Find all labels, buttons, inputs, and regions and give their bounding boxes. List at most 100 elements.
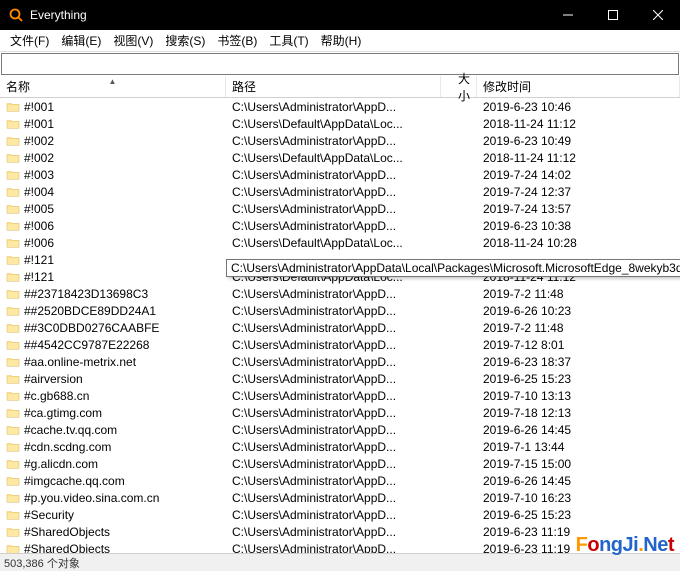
file-path: C:\Users\Administrator\AppD...	[226, 304, 441, 318]
file-list[interactable]: #!001 C:\Users\Administrator\AppD... 2019-…	[0, 98, 680, 553]
file-name: ##3C0DBD0276CAABFE	[24, 321, 159, 335]
file-row[interactable]: ##3C0DBD0276CAABFE C:\Users\Administrator…	[0, 319, 680, 336]
folder-icon	[6, 220, 20, 232]
folder-icon	[6, 271, 20, 283]
file-row[interactable]: ##2520BDCE89DD24A1 C:\Users\Administrator…	[0, 302, 680, 319]
menu-help[interactable]: 帮助(H)	[315, 30, 368, 51]
menubar: 文件(F) 编辑(E) 视图(V) 搜索(S) 书签(B) 工具(T) 帮助(H…	[0, 30, 680, 52]
menu-bookmarks[interactable]: 书签(B)	[211, 30, 263, 51]
file-row[interactable]: #c.gb688.cnC:\Users\Administrator\AppD..…	[0, 387, 680, 404]
file-name: #!121	[24, 270, 54, 284]
file-date: 2019-7-1 13:44	[477, 440, 680, 454]
file-date: 2019-7-24 12:37	[477, 185, 680, 199]
sort-ascending-icon: ▲	[109, 77, 117, 86]
column-header-date[interactable]: 修改时间	[477, 76, 680, 97]
file-date: 2019-6-23 11:19	[477, 525, 680, 539]
search-box	[1, 53, 679, 75]
file-path: C:\Users\Administrator\AppD...	[226, 542, 441, 554]
file-path: C:\Users\Administrator\AppD...	[226, 508, 441, 522]
file-name: #g.alicdn.com	[24, 457, 98, 471]
file-path: C:\Users\Administrator\AppD...	[226, 100, 441, 114]
file-name: #cache.tv.qq.com	[24, 423, 117, 437]
file-path: C:\Users\Administrator\AppD...	[226, 423, 441, 437]
file-date: 2019-7-18 12:13	[477, 406, 680, 420]
folder-icon	[6, 492, 20, 504]
file-path: C:\Users\Default\AppData\Loc...	[226, 117, 441, 131]
file-path: C:\Users\Administrator\AppD...	[226, 185, 441, 199]
column-header-path[interactable]: 路径	[226, 76, 441, 97]
file-row[interactable]: #imgcache.qq.comC:\Users\Administrator\A…	[0, 472, 680, 489]
file-row[interactable]: #!002C:\Users\Administrator\AppD...2019-…	[0, 132, 680, 149]
file-name: ##2520BDCE89DD24A1	[24, 304, 156, 318]
column-header-size[interactable]: 大小	[441, 76, 477, 97]
file-name: #!004	[24, 185, 54, 199]
file-date: 2019-6-26 14:45	[477, 423, 680, 437]
folder-icon	[6, 322, 20, 334]
file-name: #cdn.scdng.com	[24, 440, 111, 454]
file-path: C:\Users\Administrator\AppD...	[226, 457, 441, 471]
file-date: 2018-11-24 10:28	[477, 236, 680, 250]
file-row[interactable]: #p.you.video.sina.com.cnC:\Users\Adminis…	[0, 489, 680, 506]
menu-view[interactable]: 视图(V)	[107, 30, 159, 51]
close-button[interactable]	[635, 0, 680, 30]
folder-icon	[6, 509, 20, 521]
folder-icon	[6, 288, 20, 300]
file-row[interactable]: #g.alicdn.com C:\Users\Administrator\AppD…	[0, 455, 680, 472]
file-row[interactable]: #!006C:\Users\Default\AppData\Loc...2018…	[0, 234, 680, 251]
file-row[interactable]: #!002C:\Users\Default\AppData\Loc...2018…	[0, 149, 680, 166]
folder-icon	[6, 152, 20, 164]
menu-edit[interactable]: 编辑(E)	[55, 30, 107, 51]
file-date: 2019-6-23 18:37	[477, 355, 680, 369]
file-path: C:\Users\Administrator\AppD...	[226, 406, 441, 420]
file-row[interactable]: ##23718423D13698C3C:\Users\Administrator…	[0, 285, 680, 302]
maximize-button[interactable]	[590, 0, 635, 30]
file-name: #aa.online-metrix.net	[24, 355, 136, 369]
file-row[interactable]: #!006C:\Users\Administrator\AppD...2019-…	[0, 217, 680, 234]
file-date: 2018-11-24 11:12	[477, 117, 680, 131]
file-row[interactable]: #!004 C:\Users\Administrator\AppD... 2019-…	[0, 183, 680, 200]
file-row[interactable]: #!003C:\Users\Administrator\AppD...2019-…	[0, 166, 680, 183]
file-path: C:\Users\Administrator\AppD...	[226, 321, 441, 335]
folder-icon	[6, 237, 20, 249]
menu-file[interactable]: 文件(F)	[4, 30, 55, 51]
file-row[interactable]: #!121C:\Users\Administrator\AppData\Loca…	[0, 251, 680, 268]
file-row[interactable]: #aa.online-metrix.netC:\Users\Administra…	[0, 353, 680, 370]
file-name: #!121	[24, 253, 54, 267]
search-input[interactable]	[2, 54, 678, 74]
file-row[interactable]: #airversionC:\Users\Administrator\AppD..…	[0, 370, 680, 387]
titlebar[interactable]: Everything	[0, 0, 680, 30]
file-name: #!002	[24, 151, 54, 165]
file-name: #!001	[24, 100, 54, 114]
file-date: 2019-6-23 10:46	[477, 100, 680, 114]
folder-icon	[6, 203, 20, 215]
file-name: #SharedObjects	[24, 525, 110, 539]
folder-icon	[6, 390, 20, 402]
file-date: 2019-6-26 10:23	[477, 304, 680, 318]
file-row[interactable]: #!001 C:\Users\Administrator\AppD... 2019-…	[0, 98, 680, 115]
file-date: 2019-7-12 8:01	[477, 338, 680, 352]
column-header-name[interactable]: 名称 ▲	[0, 76, 226, 97]
file-row[interactable]: #SecurityC:\Users\Administrator\AppD...2…	[0, 506, 680, 523]
file-date: 2019-6-23 11:19	[477, 542, 680, 554]
file-path: C:\Users\Administrator\AppD...	[226, 525, 441, 539]
minimize-button[interactable]	[545, 0, 590, 30]
window-title: Everything	[30, 8, 545, 22]
file-date: 2019-6-25 15:23	[477, 372, 680, 386]
file-row[interactable]: ##4542CC9787E22268C:\Users\Administrator…	[0, 336, 680, 353]
menu-tools[interactable]: 工具(T)	[263, 30, 314, 51]
file-row[interactable]: #cdn.scdng.comC:\Users\Administrator\App…	[0, 438, 680, 455]
file-row[interactable]: #!001C:\Users\Default\AppData\Loc...2018…	[0, 115, 680, 132]
folder-icon	[6, 169, 20, 181]
menu-search[interactable]: 搜索(S)	[159, 30, 211, 51]
file-row[interactable]: #cache.tv.qq.com C:\Users\Administrator\A…	[0, 421, 680, 438]
file-name: ##4542CC9787E22268	[24, 338, 149, 352]
file-date: 2018-11-24 11:12	[477, 151, 680, 165]
file-row[interactable]: #SharedObjects C:\Users\Administrator\App…	[0, 523, 680, 540]
file-path: C:\Users\Administrator\AppD...	[226, 168, 441, 182]
file-name: #!006	[24, 236, 54, 250]
file-row[interactable]: #ca.gtimg.comC:\Users\Administrator\AppD…	[0, 404, 680, 421]
file-row[interactable]: #!005C:\Users\Administrator\AppD...2019-…	[0, 200, 680, 217]
file-path: C:\Users\Administrator\AppD...	[226, 491, 441, 505]
folder-icon	[6, 407, 20, 419]
file-row[interactable]: #SharedObjectsC:\Users\Administrator\App…	[0, 540, 680, 553]
